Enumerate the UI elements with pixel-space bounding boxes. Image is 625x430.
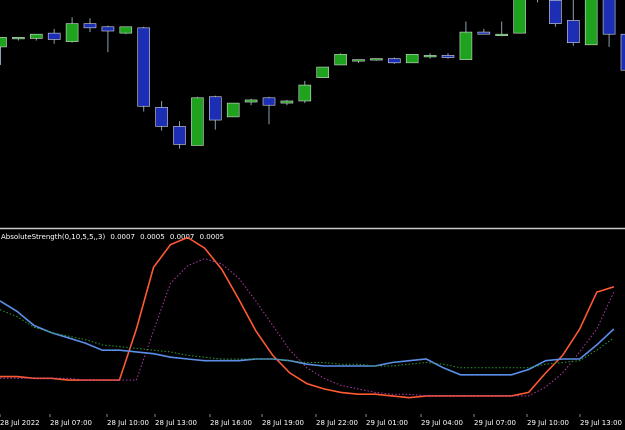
candle-body (101, 26, 115, 32)
time-label: 28 Jul 16:00 (210, 419, 252, 427)
candle-body (280, 100, 294, 104)
indicator-name: AbsoluteStrength(0,10,5,5,,3) (1, 233, 105, 241)
candle-body (119, 26, 133, 34)
candle-body (316, 66, 330, 78)
candle-body (495, 33, 509, 37)
candle-body (244, 99, 258, 103)
candle-body (298, 84, 312, 102)
candle (119, 26, 133, 35)
indicator-value-2: 0.0005 (140, 233, 165, 241)
time-label: 29 Jul 13:00 (580, 419, 622, 427)
candle-body (602, 0, 616, 35)
candle (405, 54, 419, 64)
candle-body (12, 37, 25, 40)
candle-body (370, 58, 383, 61)
chart-canvas: AbsoluteStrength(0,10,5,5,,3) 0.0007 0.0… (0, 0, 625, 430)
candle-body (65, 23, 79, 42)
indicator-value-1: 0.0007 (110, 233, 135, 241)
time-label: 28 Jul 2022 (0, 419, 40, 427)
candle-body (83, 23, 97, 29)
candle (620, 33, 625, 71)
indicator-value-4: 0.0005 (200, 233, 225, 241)
candle-body (155, 107, 168, 127)
candle-body (549, 0, 562, 24)
time-label: 29 Jul 07:00 (474, 419, 516, 427)
time-label: 29 Jul 01:00 (366, 419, 408, 427)
candle-body (459, 31, 473, 60)
candle-body (226, 102, 240, 118)
candle-body (334, 54, 347, 66)
time-label: 28 Jul 22:00 (316, 419, 358, 427)
time-label: 29 Jul 10:00 (527, 419, 569, 427)
candle (316, 66, 330, 78)
candle-body (0, 37, 7, 48)
candle-body (137, 27, 150, 107)
candle-body (620, 33, 625, 71)
candle (584, 0, 598, 46)
candle (549, 0, 562, 27)
time-label: 29 Jul 04:00 (421, 419, 463, 427)
candle (387, 57, 401, 64)
candle-body (262, 97, 276, 106)
candle-body (513, 0, 526, 34)
candle-body (209, 96, 222, 121)
candle (137, 26, 150, 112)
candle (513, 0, 526, 34)
time-label: 28 Jul 07:00 (50, 419, 92, 427)
time-label: 28 Jul 10:00 (107, 419, 149, 427)
candle-body (584, 0, 598, 46)
candle-body (173, 126, 186, 145)
candle-body (423, 55, 437, 58)
candle (334, 53, 347, 66)
candle-body (352, 59, 365, 62)
candle (226, 102, 240, 118)
candle-body (47, 32, 61, 40)
candle-body (191, 97, 204, 146)
candle-body (387, 58, 401, 64)
candle (191, 96, 204, 146)
time-label: 28 Jul 19:00 (262, 419, 304, 427)
candle-body (566, 20, 580, 43)
time-label: 28 Jul 13:00 (155, 419, 197, 427)
candle-body (405, 54, 419, 64)
candle-body (477, 31, 491, 35)
candle-body (29, 33, 43, 39)
candle-body (441, 55, 455, 58)
